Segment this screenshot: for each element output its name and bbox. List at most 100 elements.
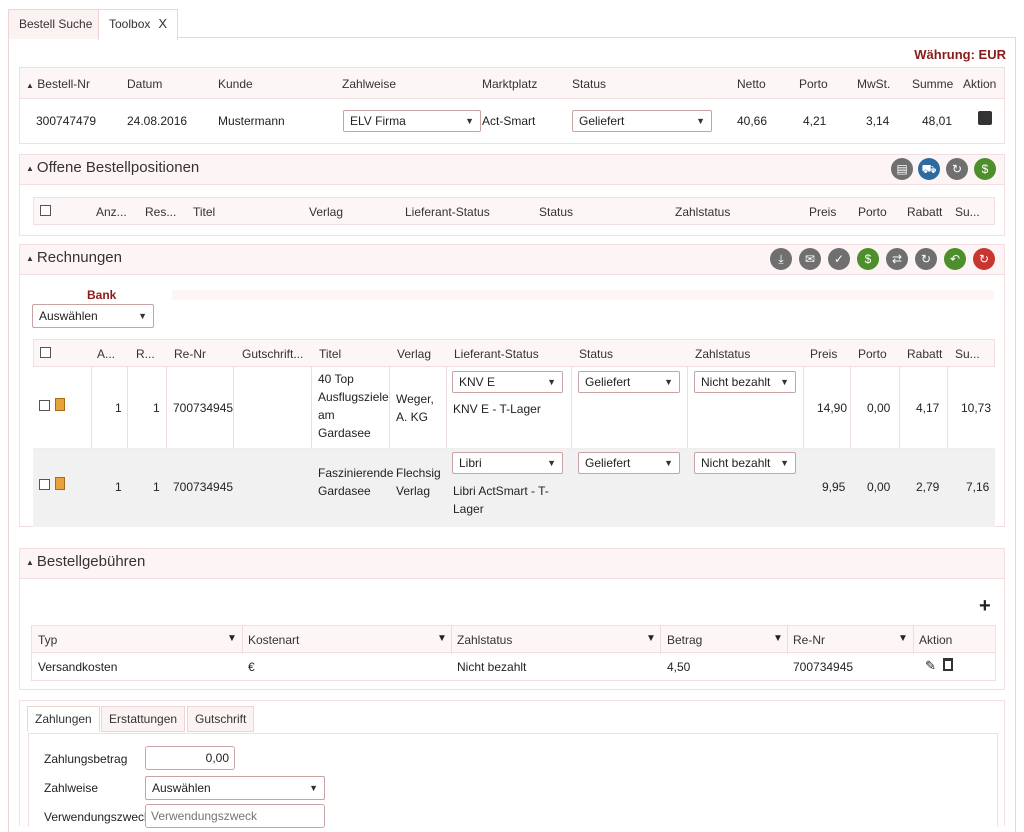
payment-status-select[interactable]: Nicht bezahlt ▼ [694,371,796,393]
money-return-icon[interactable]: ↶ [944,248,966,270]
col-gutschrift[interactable]: Gutschrift... [242,347,303,361]
tab-toolbox[interactable]: Toolbox X [98,9,179,40]
payment-method-select[interactable]: Auswählen ▼ [145,776,325,800]
mail-icon[interactable]: ✉ [799,248,821,270]
add-fee-button[interactable]: + [979,595,991,618]
table-row[interactable]: 1 1 700734945 40 Top Ausflugsziele am Ga… [33,367,995,449]
col-status[interactable]: Status [572,77,606,91]
order-summe: 48,01 [922,114,953,128]
filter-icon[interactable]: ▼ [646,633,656,644]
col-betrag[interactable]: Betrag [667,633,702,647]
invoice-icon[interactable] [978,111,992,125]
col-marktplatz[interactable]: Marktplatz [482,77,537,91]
col-summe[interactable]: Su... [955,205,980,219]
col-zahlstatus[interactable]: Zahlstatus [457,633,512,647]
supplier-select[interactable]: Libri ▼ [452,452,563,474]
order-status-select[interactable]: Geliefert ▼ [572,110,712,132]
col-lieferant-status[interactable]: Lieferant-Status [405,205,490,219]
tab-erstattungen[interactable]: Erstattungen [101,706,186,732]
col-re-nr[interactable]: Re-Nr [793,633,825,647]
col-netto[interactable]: Netto [737,77,766,91]
note-icon[interactable] [55,398,65,411]
tab-bestell-suche[interactable]: Bestell Suche [8,9,104,39]
col-mwst[interactable]: MwSt. [857,77,890,91]
collapse-icon[interactable]: ▲ [26,164,34,173]
open-positions-header[interactable]: ▲ Offene Bestellpositionen ▤ ⛟ ↻ $ [20,155,1004,185]
col-status[interactable]: Status [539,205,573,219]
collapse-icon[interactable]: ▲ [26,254,34,263]
tab-gutschrift[interactable]: Gutschrift [187,706,255,732]
col-status[interactable]: Status [579,347,613,361]
col-preis[interactable]: Preis [809,205,836,219]
payment-status-select[interactable]: Nicht bezahlt ▼ [694,452,796,474]
filter-icon[interactable]: ▼ [437,633,447,644]
order-date: 24.08.2016 [127,114,188,128]
col-rabatt[interactable]: Rabatt [907,205,942,219]
table-row[interactable]: Versandkosten € Nicht bezahlt 4,50 70073… [31,653,996,681]
col-datum[interactable]: Datum [127,77,162,91]
col-kunde[interactable]: Kunde [218,77,253,91]
supplier-select[interactable]: KNV E ▼ [452,371,563,393]
col-zahlstatus[interactable]: Zahlstatus [675,205,730,219]
col-re-nr[interactable]: Re-Nr [174,347,206,361]
bank-select[interactable]: Auswählen ▼ [32,304,154,328]
chevron-down-icon: ▼ [547,458,556,468]
purpose-input[interactable] [145,804,325,828]
column-divider [242,626,243,654]
filter-icon[interactable]: ▼ [227,633,237,644]
col-lieferant-status[interactable]: Lieferant-Status [454,347,539,361]
col-porto[interactable]: Porto [858,347,887,361]
document-refresh-icon[interactable]: ↻ [915,248,937,270]
col-verlag[interactable]: Verlag [309,205,343,219]
filter-icon[interactable]: ▼ [898,633,908,644]
table-row[interactable]: 1 1 700734945 Faszinierende Gardasee Fle… [33,449,995,527]
money-bag-icon[interactable]: $ [857,248,879,270]
pdf-refresh-icon[interactable]: ↻ [973,248,995,270]
col-res[interactable]: Res... [145,205,176,219]
filter-icon[interactable]: ▼ [773,633,783,644]
col-zahlstatus[interactable]: Zahlstatus [695,347,750,361]
col-a[interactable]: A... [97,347,115,361]
truck-icon[interactable]: ⛟ [918,158,940,180]
fees-title: ▲ Bestellgebühren [26,553,146,570]
row-checkbox[interactable] [39,479,50,490]
truck-return-icon[interactable]: ⇄ [886,248,908,270]
trash-icon[interactable] [943,658,953,671]
money-bag-icon[interactable]: $ [974,158,996,180]
col-r[interactable]: R... [136,347,155,361]
col-titel[interactable]: Titel [193,205,215,219]
document-icon[interactable]: ▤ [891,158,913,180]
col-preis[interactable]: Preis [810,347,837,361]
collapse-icon[interactable]: ▲ [26,558,34,567]
edit-icon[interactable]: ✎ [925,658,936,674]
col-porto[interactable]: Porto [858,205,887,219]
status-select[interactable]: Geliefert ▼ [578,452,680,474]
tab-zahlungen[interactable]: Zahlungen [27,706,100,732]
col-anz[interactable]: Anz... [96,205,127,219]
chevron-down-icon: ▼ [664,377,673,387]
col-aktion: Aktion [919,633,953,647]
col-verlag[interactable]: Verlag [397,347,431,361]
col-typ[interactable]: Typ [38,633,57,647]
status-select[interactable]: Geliefert ▼ [578,371,680,393]
amount-input[interactable]: 0,00 [145,746,235,770]
document-download-icon[interactable]: ⤓ [770,248,792,270]
close-icon[interactable]: X [158,16,167,31]
fees-header[interactable]: ▲ Bestellgebühren [20,549,1004,579]
row-checkbox[interactable] [39,400,50,411]
invoices-header[interactable]: ▲ Rechnungen ⤓ ✉ ✓ $ ⇄ ↻ ↶ ↻ [20,245,1004,275]
col-titel[interactable]: Titel [319,347,341,361]
col-zahlweise[interactable]: Zahlweise [342,77,396,91]
col-kostenart[interactable]: Kostenart [248,633,299,647]
payment-method-select[interactable]: ELV Firma ▼ [343,110,481,132]
col-porto[interactable]: Porto [799,77,828,91]
col-rabatt[interactable]: Rabatt [907,347,942,361]
select-all-checkbox[interactable] [40,347,51,358]
document-refresh-icon[interactable]: ↻ [946,158,968,180]
col-bestell-nr[interactable]: ▲ Bestell-Nr [26,77,90,91]
select-all-checkbox[interactable] [40,205,51,216]
col-summe[interactable]: Summe [912,77,953,91]
note-icon[interactable] [55,477,65,490]
document-check-icon[interactable]: ✓ [828,248,850,270]
col-summe[interactable]: Su... [955,347,980,361]
